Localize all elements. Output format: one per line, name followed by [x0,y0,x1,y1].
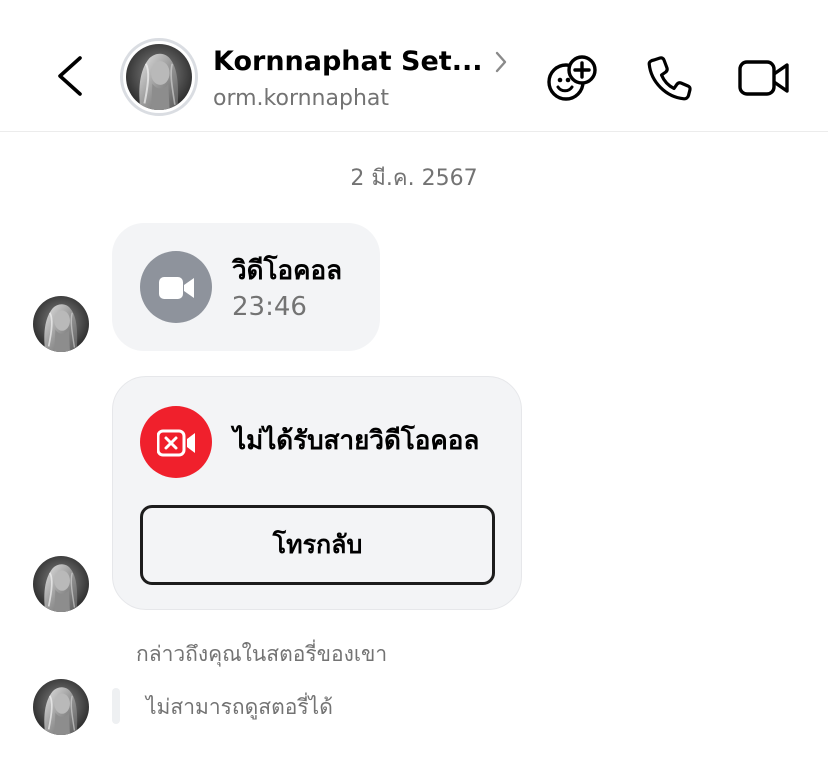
chat-header: Kornnaphat Set... orm.kornnaphat [0,0,828,132]
story-reply-bar [112,688,120,724]
missed-video-icon [157,429,195,457]
video-camera-icon [738,60,789,96]
chevron-left-icon [58,56,82,96]
story-mention-caption: กล่าวถึงคุณในสตอรี่ของเขา [136,642,388,666]
call-title: วิดีโอคอล [232,256,343,286]
video-call-message[interactable]: วิดีโอคอล 23:46 [112,223,380,351]
effects-icon [547,55,597,101]
back-button[interactable] [50,52,90,100]
call-duration: 23:46 [232,292,307,322]
missed-call-title: ไม่ได้รับสายวิดีโอคอล [233,426,480,456]
effects-button[interactable] [544,50,600,106]
chevron-right-icon [495,51,507,73]
contact-avatar[interactable] [120,38,198,116]
date-separator: 2 มี.ค. 2567 [350,166,478,191]
audio-call-button[interactable] [640,50,696,106]
sender-avatar[interactable] [33,556,89,612]
missed-call-icon-circle [140,406,212,478]
video-camera-icon [159,277,194,299]
call-back-button[interactable]: โทรกลับ [140,505,495,585]
phone-icon [647,56,692,101]
missed-call-card: ไม่ได้รับสายวิดีโอคอล โทรกลับ [112,376,522,610]
story-unavailable-text[interactable]: ไม่สามารถดูสตอรี่ได้ [146,691,333,723]
sender-avatar[interactable] [33,679,89,735]
sender-avatar[interactable] [33,296,89,352]
call-icon-circle [140,251,212,323]
contact-name: Kornnaphat Set... [213,46,483,77]
video-call-button[interactable] [736,50,792,106]
contact-info[interactable]: Kornnaphat Set... orm.kornnaphat [213,42,523,116]
contact-username: orm.kornnaphat [213,86,389,111]
